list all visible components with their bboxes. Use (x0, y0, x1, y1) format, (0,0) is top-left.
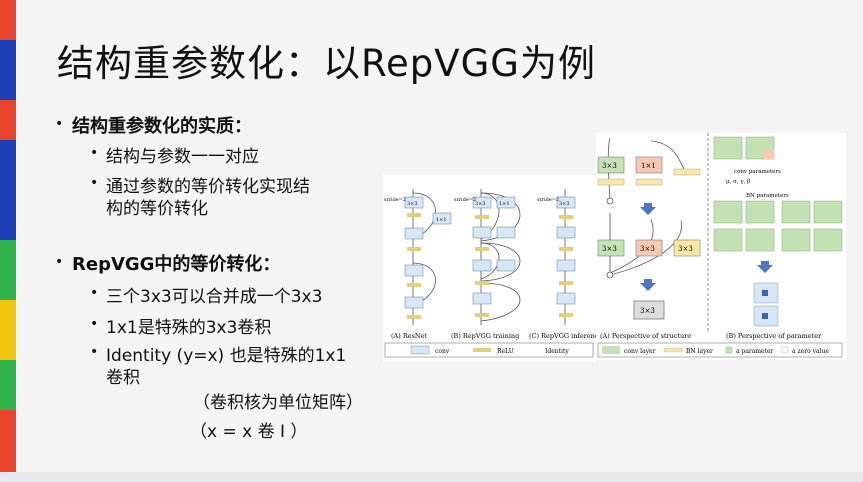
strip-blue-2 (0, 140, 16, 240)
legend-bn-layer: BN layer (686, 348, 713, 355)
bullet-2-sub-3-cont: 卷积 (106, 368, 140, 388)
sub-bullet-dot: • (90, 175, 99, 191)
conv-parameters-label: conv parameters (734, 169, 781, 175)
legend-relu: ReLU (497, 348, 514, 355)
reparam-diagram: 3×3 1×1 3×3 3×3 3×3 3×3 conv parameters … (597, 133, 843, 358)
strip-yellow (0, 300, 16, 360)
bullet-1-sub-1: 结构与参数一一对应 (106, 147, 259, 167)
legend-conv-layer: conv layer (624, 348, 656, 355)
legend-a-parameter: a parameter (736, 348, 774, 355)
strip-red-2 (0, 100, 16, 140)
caption-parameter: (B) Perspective of parameter (726, 332, 822, 340)
caption-resnet: (A) ResNet (391, 332, 427, 340)
bullet-2-sub-1: 三个3x3可以合并成一个3x3 (106, 287, 323, 307)
caption-repvgg-training: (B) RepVGG training (451, 332, 519, 340)
architecture-diagram: stride=2 stride=2 stride=2 3×3 1×1 3×3 1… (384, 189, 602, 358)
strip-blue (0, 40, 16, 100)
reparam-figure: 3×3 1×1 3×3 3×3 3×3 3×3 conv parameters … (596, 133, 846, 360)
caption-structure: (A) Perspective of structure (600, 332, 691, 340)
note-x-conv-i: （x = x 卷 I ） (190, 422, 308, 442)
top-3x3-label: 3×3 (602, 162, 617, 170)
sub-bullet-dot: • (90, 344, 99, 360)
sub-bullet-dot: • (90, 145, 99, 161)
arrow-down-icon (757, 261, 773, 273)
legend-conv: conv (435, 348, 450, 355)
final-3x3-label: 3×3 (640, 307, 655, 315)
bullet-2: RepVGG中的等价转化： (72, 254, 281, 275)
bullet-1: 结构重参数化的实质： (72, 116, 252, 137)
sub-bullet-dot: • (90, 285, 99, 301)
caption-repvgg-inference: (C) RepVGG inference (529, 332, 596, 340)
bullet-2-sub-3: Identity (y=x) 也是特殊的1x1 (106, 346, 347, 366)
bullet-dot: • (55, 116, 64, 132)
repvgg-3x3-label: 3×3 (475, 201, 486, 207)
stride-label-repvgg: stride=2 (454, 197, 476, 203)
bullet-1-sub-2-cont: 构的等价转化 (106, 199, 208, 219)
strip-green-2 (0, 360, 16, 410)
note-identity-kernel: （卷积核为单位矩阵） (193, 393, 363, 413)
slide-title: 结构重参数化：以RepVGG为例 (57, 42, 596, 85)
bullet-2-sub-2: 1x1是特殊的3x3卷积 (106, 318, 272, 338)
mid-3x3-label-b: 3×3 (640, 245, 655, 253)
arrow-down-icon (640, 279, 656, 291)
legend-zero-value: a zero value (792, 348, 829, 355)
architecture-figure: stride=2 stride=2 stride=2 3×3 1×1 3×3 1… (383, 175, 602, 362)
repvgg-1x1-label: 1×1 (499, 201, 510, 207)
sub-bullet-dot: • (90, 316, 99, 332)
strip-red (0, 0, 16, 40)
top-1x1-label: 1×1 (641, 162, 656, 170)
bottom-bar (0, 472, 863, 482)
stride-label-inference: stride=2 (537, 197, 559, 203)
resnet-3x3-label: 3×3 (407, 201, 418, 207)
inference-3x3-label: 3×3 (559, 201, 570, 207)
bn-letters-label: μ, σ, γ, β (726, 179, 750, 185)
left-decorative-strip (0, 0, 16, 482)
mid-3x3-label-c: 3×3 (678, 245, 693, 253)
mid-3x3-label-a: 3×3 (602, 245, 617, 253)
strip-green (0, 240, 16, 300)
bn-parameters-label: BN parameters (746, 193, 789, 199)
legend-identity: Identity (545, 348, 569, 355)
resnet-1x1-label: 1×1 (436, 217, 447, 223)
arrow-down-icon (640, 203, 656, 215)
bullet-dot: • (55, 254, 64, 270)
stride-label-resnet: stride=2 (384, 197, 406, 203)
